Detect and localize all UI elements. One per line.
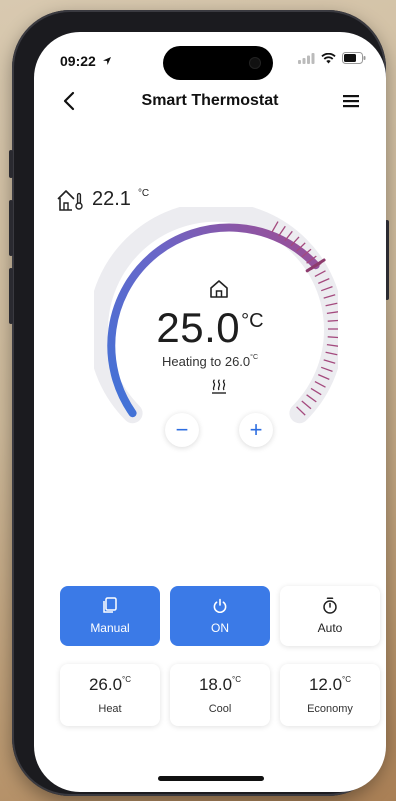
cool-preset-card[interactable]: 18.0°C Cool <box>170 664 270 726</box>
target-temperature: 25.0°C <box>34 304 386 352</box>
heating-status-value: 26.0 <box>224 354 251 369</box>
target-temperature-unit: °C <box>241 310 264 332</box>
heating-waves-icon <box>212 379 226 394</box>
power-on-label: ON <box>211 620 229 635</box>
cool-preset-unit: °C <box>232 675 242 684</box>
power-icon <box>213 598 227 613</box>
wifi-icon <box>321 52 336 63</box>
target-temperature-value: 25.0 <box>156 304 241 351</box>
mode-buttons: Manual ON Auto <box>60 586 380 646</box>
camera-icon <box>249 57 261 69</box>
power-on-button[interactable]: ON <box>170 586 270 646</box>
economy-preset-value: 12.0°C <box>309 675 351 695</box>
house-thermometer-icon <box>57 190 83 211</box>
manual-mode-label: Manual <box>90 621 130 635</box>
status-time: 09:22 <box>60 53 112 69</box>
economy-preset-card[interactable]: 12.0°C Economy <box>280 664 380 726</box>
dynamic-island <box>163 46 273 80</box>
page-title: Smart Thermostat <box>141 92 279 109</box>
cool-preset-label: Cool <box>208 703 232 715</box>
heat-preset-unit: °C <box>122 675 132 684</box>
economy-preset-label: Economy <box>307 703 353 715</box>
heat-preset-card[interactable]: 26.0°C Heat <box>60 664 160 726</box>
economy-preset-number: 12.0 <box>308 675 343 694</box>
indoor-temperature-unit: °C <box>137 188 150 199</box>
heating-status-unit: °C <box>250 354 259 361</box>
home-indicator <box>158 776 264 781</box>
mute-switch <box>9 150 13 178</box>
status-time-text: 09:22 <box>60 53 96 69</box>
heat-preset-value: 26.0°C <box>89 675 131 695</box>
volume-down-button <box>9 268 13 324</box>
status-icons <box>298 52 366 64</box>
manual-copy-icon <box>103 597 117 613</box>
phone-frame: 09:22 Smart Thermostat 22.1 °C 25.0°C He… <box>9 10 389 796</box>
app-screen: 09:22 Smart Thermostat 22.1 °C 25.0°C He… <box>34 32 386 792</box>
cool-preset-value: 18.0°C <box>199 675 241 695</box>
manual-mode-button[interactable]: Manual <box>60 586 160 646</box>
menu-icon[interactable] <box>342 92 360 110</box>
heating-status: Heating to 26.0°C <box>34 354 386 369</box>
location-arrow-icon <box>102 57 111 65</box>
minus-icon: − <box>175 417 189 442</box>
battery-icon <box>342 52 366 64</box>
auto-mode-label: Auto <box>317 621 343 635</box>
stopwatch-icon <box>323 597 337 614</box>
economy-preset-unit: °C <box>342 675 352 684</box>
cool-preset-number: 18.0 <box>198 675 233 694</box>
volume-up-button <box>9 200 13 256</box>
home-icon <box>210 280 228 298</box>
auto-mode-button[interactable]: Auto <box>280 586 380 646</box>
decrease-temperature-button[interactable]: − <box>165 413 199 447</box>
heat-preset-label: Heat <box>98 703 122 715</box>
heat-preset-number: 26.0 <box>88 675 123 694</box>
heating-status-prefix: Heating to <box>161 354 225 369</box>
increase-temperature-button[interactable]: + <box>239 413 273 447</box>
plus-icon: + <box>249 417 263 442</box>
temperature-presets: 26.0°C Heat 18.0°C Cool 12.0°C Economy <box>60 664 380 726</box>
signal-icon <box>298 52 315 64</box>
